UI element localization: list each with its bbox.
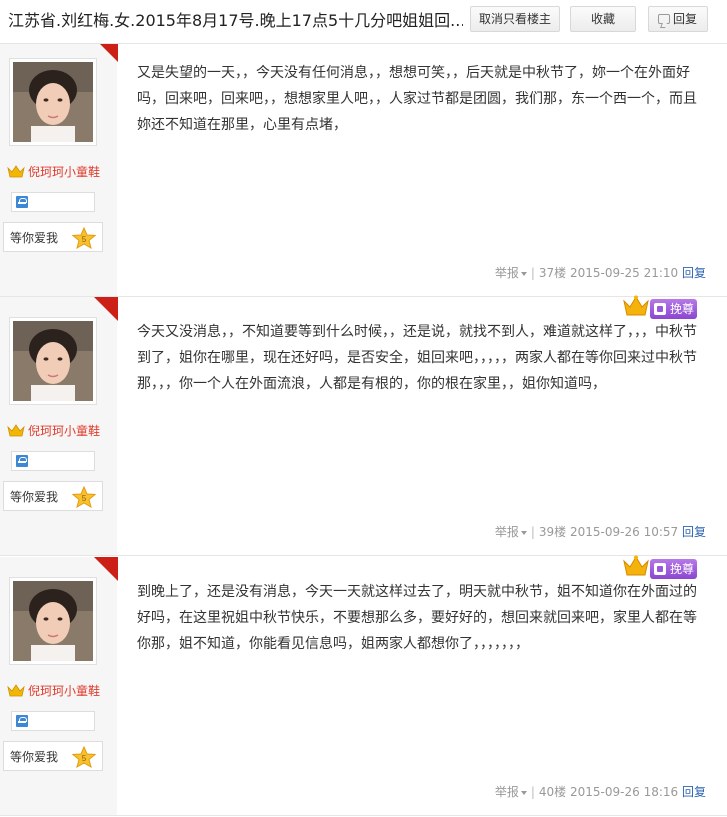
avatar-image: [13, 62, 93, 142]
post-meta: 举报 | 37楼 2015-09-25 21:10 回复: [494, 266, 706, 280]
vip-badge[interactable]: 挽尊: [622, 555, 722, 579]
star-level-icon: 5: [72, 227, 96, 249]
crown-icon: [7, 165, 25, 178]
crown-icon: [623, 555, 649, 576]
thread-title: 江苏省.刘红梅.女.2015年8月17号.晚上17点5十几分吧姐姐回...: [8, 11, 463, 30]
fan-badge[interactable]: 等你爱我 5: [3, 481, 103, 511]
post-time: 2015-09-25 21:10: [570, 266, 679, 280]
post-floor-37: 倪珂珂小童鞋 等你爱我 5 又是失望的一天，，今天没有任何消息，，想想可笑，，后…: [0, 38, 727, 297]
vip-label: 挽尊: [650, 299, 697, 319]
author-sidebar: 倪珂珂小童鞋 等你爱我 5: [0, 557, 117, 815]
reply-icon: [658, 14, 670, 24]
chevron-down-icon: [520, 271, 527, 276]
vip-label: 挽尊: [650, 559, 697, 579]
level-icon: [16, 715, 28, 727]
fan-badge-label: 等你爱我: [10, 490, 59, 504]
author-tag: [94, 297, 118, 321]
vip-icon: [654, 303, 666, 315]
report-link[interactable]: 举报: [495, 266, 527, 280]
post-time: 2015-09-26 18:16: [570, 785, 679, 799]
level-badge[interactable]: [11, 451, 95, 471]
post-meta: 举报 | 39楼 2015-09-26 10:57 回复: [494, 525, 706, 539]
svg-text:5: 5: [82, 494, 87, 503]
level-icon: [16, 196, 28, 208]
star-level-icon: 5: [72, 486, 96, 508]
fan-badge-label: 等你爱我: [10, 750, 59, 764]
only-author-button[interactable]: 取消只看楼主: [470, 6, 560, 32]
svg-text:5: 5: [82, 235, 87, 244]
author-tag: [94, 557, 118, 581]
username[interactable]: 倪珂珂小童鞋: [28, 683, 100, 699]
reply-button-label: 回复: [672, 12, 697, 26]
author-sidebar: 倪珂珂小童鞋 等你爱我 5: [0, 297, 117, 555]
level-badge[interactable]: [11, 711, 95, 731]
post-reply-link[interactable]: 回复: [682, 266, 706, 280]
level-badge[interactable]: [11, 192, 95, 212]
post-content: 又是失望的一天，，今天没有任何消息，，想想可笑，，后天就是中秋节了，妳一个在外面…: [137, 65, 697, 133]
crown-icon: [7, 684, 25, 697]
crown-icon: [623, 295, 649, 316]
report-link[interactable]: 举报: [495, 785, 527, 799]
vip-icon: [654, 563, 666, 575]
post-floor-39: 倪珂珂小童鞋 等你爱我 5 挽尊 今天又没消息，，不知道要等到什么时候，，还是说…: [0, 295, 727, 556]
username[interactable]: 倪珂珂小童鞋: [28, 423, 100, 439]
svg-text:5: 5: [82, 754, 87, 763]
fan-badge[interactable]: 等你爱我 5: [3, 741, 103, 771]
post-floor-40: 倪珂珂小童鞋 等你爱我 5 挽尊 到晚上了，还是没有消息，今天一天就这样过去了，…: [0, 555, 727, 816]
report-link[interactable]: 举报: [495, 525, 527, 539]
vip-badge[interactable]: 挽尊: [622, 295, 722, 319]
fan-badge-label: 等你爱我: [10, 231, 59, 245]
author-sidebar: 倪珂珂小童鞋 等你爱我 5: [0, 38, 117, 296]
chevron-down-icon: [520, 530, 527, 535]
thread-header: 江苏省.刘红梅.女.2015年8月17号.晚上17点5十几分吧姐姐回... 取消…: [0, 0, 727, 44]
level-icon: [16, 455, 28, 467]
avatar[interactable]: [9, 58, 97, 146]
username[interactable]: 倪珂珂小童鞋: [28, 164, 100, 180]
avatar[interactable]: [9, 577, 97, 665]
floor-number: 37楼: [538, 266, 567, 280]
floor-number: 40楼: [538, 785, 567, 799]
post-meta: 举报 | 40楼 2015-09-26 18:16 回复: [494, 785, 706, 799]
fan-badge[interactable]: 等你爱我 5: [3, 222, 103, 252]
reply-button[interactable]: 回复: [648, 6, 708, 32]
post-content: 今天又没消息，，不知道要等到什么时候，，还是说，就找不到人，难道就这样了，，，中…: [137, 324, 697, 392]
post-content: 到晚上了，还是没有消息，今天一天就这样过去了，明天就中秋节，姐不知道你在外面过的…: [137, 584, 697, 652]
post-time: 2015-09-26 10:57: [570, 525, 679, 539]
post-reply-link[interactable]: 回复: [682, 785, 706, 799]
favorite-button[interactable]: 收藏: [570, 6, 636, 32]
star-level-icon: 5: [72, 746, 96, 768]
chevron-down-icon: [520, 790, 527, 795]
avatar-image: [13, 321, 93, 401]
post-reply-link[interactable]: 回复: [682, 525, 706, 539]
avatar-image: [13, 581, 93, 661]
avatar[interactable]: [9, 317, 97, 405]
crown-icon: [7, 424, 25, 437]
floor-number: 39楼: [538, 525, 567, 539]
